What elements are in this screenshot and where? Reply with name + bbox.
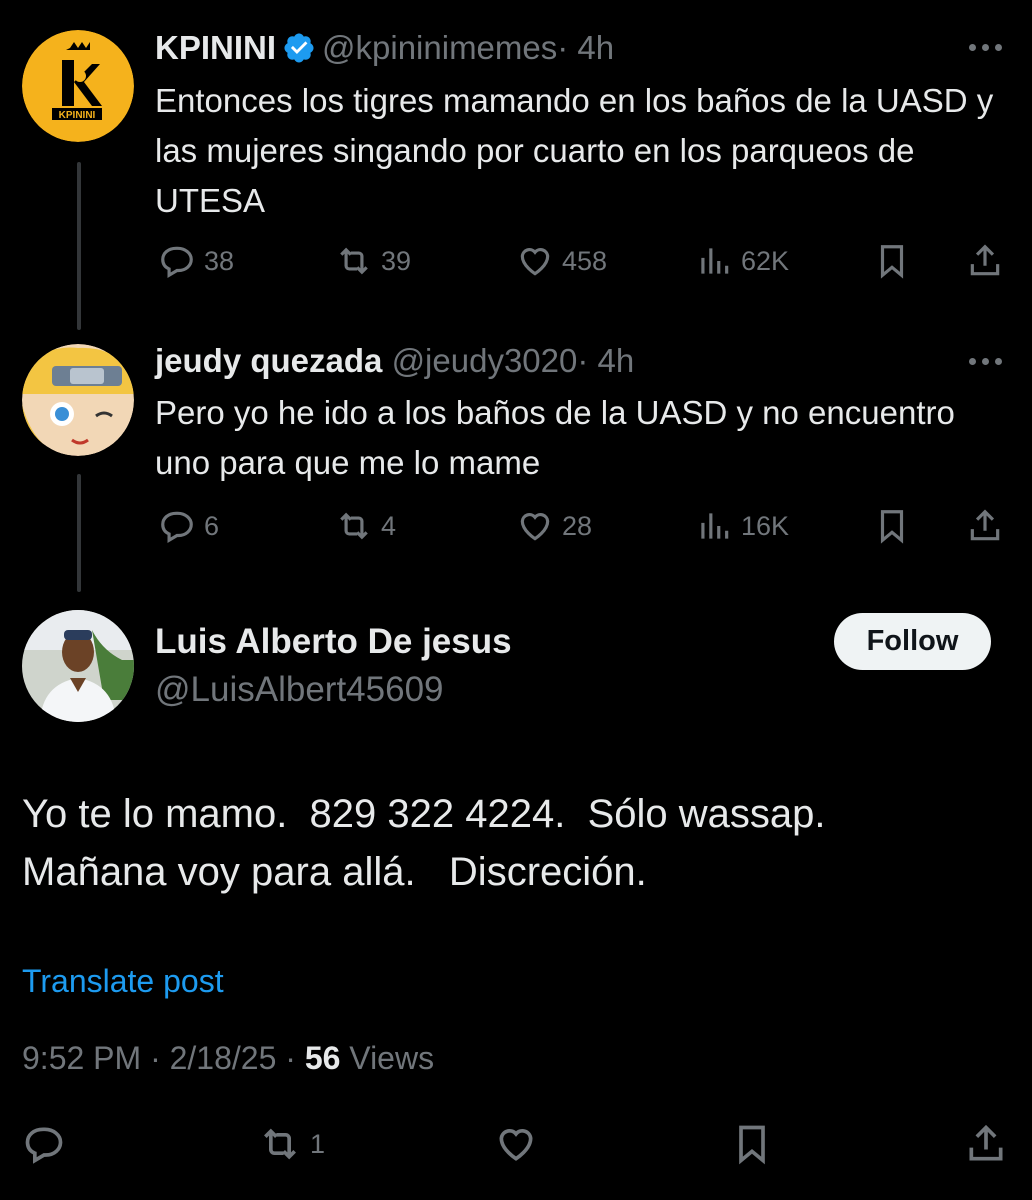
views-button[interactable]: 16K — [695, 507, 789, 545]
reply-icon — [161, 246, 193, 279]
like-button[interactable]: 28 — [516, 507, 592, 545]
bookmark-icon — [880, 510, 904, 544]
views-icon — [701, 248, 729, 274]
timestamp[interactable]: · 4h — [577, 342, 634, 379]
repost-count: 1 — [310, 1128, 326, 1159]
bookmark-button[interactable] — [873, 242, 911, 280]
like-button[interactable]: 458 — [516, 242, 607, 280]
reply-button[interactable]: 38 — [158, 242, 234, 280]
reply-button[interactable] — [22, 1122, 66, 1166]
like-count: 458 — [562, 245, 608, 276]
tweet-meta: 9:52 PM · 2/18/25 · 56 Views — [22, 1040, 435, 1076]
bookmark-button[interactable] — [873, 507, 911, 545]
bookmark-icon — [880, 245, 904, 279]
repost-button[interactable]: 39 — [335, 242, 411, 280]
repost-count: 4 — [381, 510, 397, 541]
tweet-actions: 38 39 458 62K — [0, 242, 1032, 282]
tweet-header: jeudy quezada @jeudy3020· 4h — [155, 341, 634, 381]
repost-count: 39 — [381, 245, 412, 276]
display-name[interactable]: KPININI — [155, 29, 276, 66]
views-icon — [701, 513, 729, 539]
like-count: 28 — [562, 510, 593, 541]
share-button[interactable] — [966, 507, 1004, 545]
verified-badge-icon — [284, 33, 314, 63]
avatar-jeudy[interactable] — [22, 344, 134, 456]
bookmark-button[interactable] — [730, 1122, 774, 1166]
repost-button[interactable]: 1 — [258, 1122, 325, 1166]
handle[interactable]: @LuisAlbert45609 — [155, 670, 444, 710]
timestamp[interactable]: · 4h — [557, 29, 614, 66]
more-options-icon[interactable] — [969, 42, 1009, 54]
post-time[interactable]: 9:52 PM — [22, 1040, 141, 1076]
avatar-logo-text: KPININI — [59, 110, 96, 121]
views-count: 62K — [741, 245, 790, 276]
display-name[interactable]: jeudy quezada — [155, 342, 382, 379]
share-button[interactable] — [966, 242, 1004, 280]
main-tweet-actions: 1 — [0, 1122, 1032, 1170]
handle[interactable]: @kpininimemes — [322, 29, 557, 66]
more-options-icon[interactable] — [969, 356, 1009, 368]
avatar-luis[interactable] — [22, 610, 134, 722]
tweet-header: KPININI @kpininimemes· 4h — [155, 28, 614, 68]
repost-icon — [264, 1128, 296, 1160]
heart-icon — [499, 1129, 533, 1161]
views-label: Views — [349, 1040, 435, 1076]
tweet-actions: 6 4 28 16K — [0, 507, 1032, 547]
views-button[interactable]: 62K — [695, 242, 789, 280]
tweet-text: Yo te lo mamo. 829 322 4224. Sólo wassap… — [22, 792, 826, 894]
heart-icon — [520, 513, 550, 541]
display-name[interactable]: Luis Alberto De jesus — [155, 622, 512, 662]
views-count: 16K — [741, 510, 790, 541]
share-icon — [970, 509, 1000, 541]
share-icon — [970, 244, 1000, 276]
share-button[interactable] — [964, 1122, 1008, 1166]
handle[interactable]: @jeudy3020 — [392, 342, 578, 379]
share-icon — [969, 1124, 1003, 1161]
reply-icon — [25, 1127, 63, 1164]
reply-count: 38 — [204, 245, 235, 276]
translate-post-link[interactable]: Translate post — [22, 963, 224, 1000]
avatar-kpinini[interactable]: KPININI — [22, 30, 134, 142]
views-count: 56 — [304, 1040, 341, 1076]
like-button[interactable] — [494, 1122, 538, 1166]
reply-count: 6 — [204, 510, 220, 541]
reply-button[interactable]: 6 — [158, 507, 219, 545]
follow-button[interactable]: Follow — [834, 613, 991, 670]
reply-icon — [161, 511, 193, 544]
repost-button[interactable]: 4 — [335, 507, 396, 545]
heart-icon — [520, 248, 550, 276]
repost-icon — [340, 512, 368, 540]
tweet-text: Pero yo he ido a los baños de la UASD y … — [155, 394, 955, 481]
post-date[interactable]: 2/18/25 — [170, 1040, 277, 1076]
bookmark-icon — [739, 1125, 765, 1165]
repost-icon — [340, 247, 368, 275]
tweet-text: Entonces los tigres mamando en los baños… — [155, 82, 994, 219]
